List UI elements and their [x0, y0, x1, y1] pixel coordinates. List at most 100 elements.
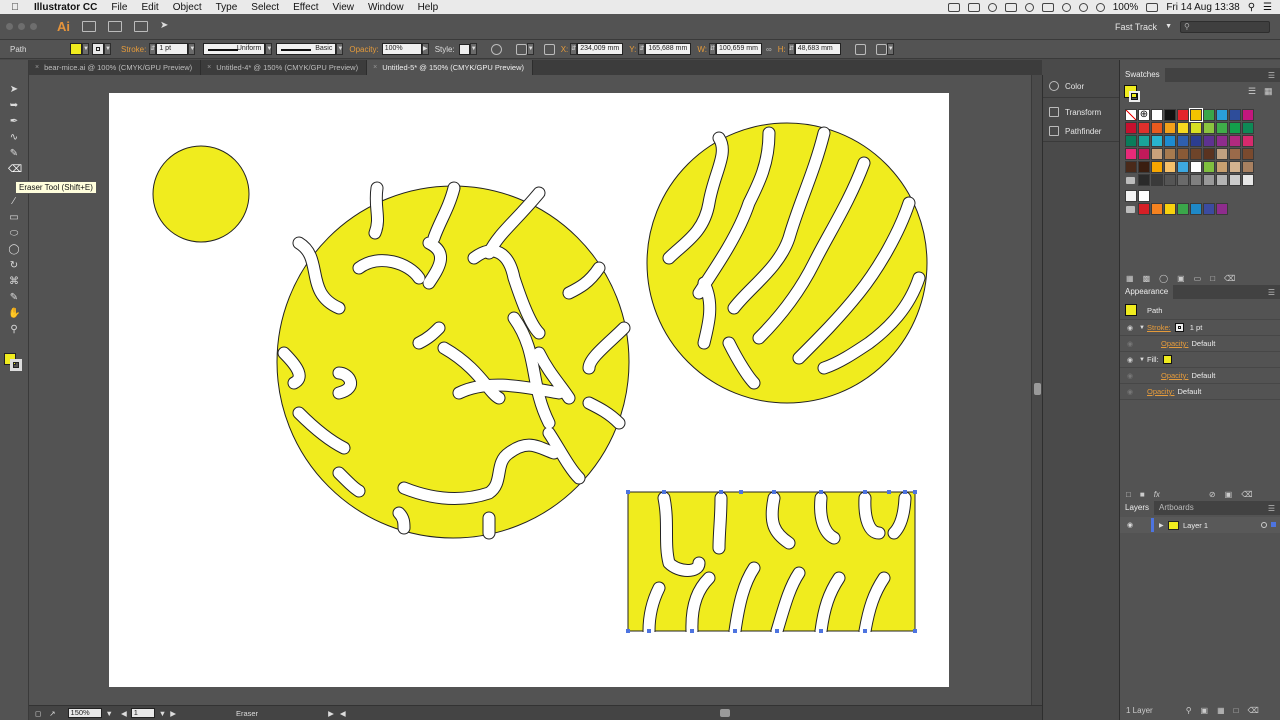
recolor-artwork-icon[interactable] [490, 43, 502, 55]
swatch-cell[interactable] [1125, 161, 1137, 173]
color-panel-button[interactable]: Color [1049, 81, 1084, 91]
appearance-fill-opacity-row[interactable]: ◉ Opacity: Default [1120, 368, 1280, 384]
spotlight-icon[interactable]: ⚲ [1248, 2, 1255, 13]
visibility-eye-icon[interactable]: ◉ [1127, 388, 1137, 396]
panel-menu-icon[interactable] [875, 43, 887, 55]
swatch-cell[interactable] [1177, 174, 1189, 186]
new-layer-icon[interactable]: □ [1234, 706, 1239, 715]
swatch-cell[interactable] [1242, 161, 1254, 173]
next-artboard-icon[interactable]: ▶ [170, 709, 176, 718]
stroke-opacity-link[interactable]: Opacity: [1161, 339, 1189, 348]
visibility-eye-icon[interactable]: ◉ [1127, 356, 1137, 364]
stroke-label[interactable]: Stroke: [121, 45, 146, 54]
selection-tool-icon[interactable]: ➤ [8, 84, 20, 95]
swatch-cell[interactable] [1138, 161, 1150, 173]
add-effect-icon[interactable]: fx [1154, 490, 1160, 499]
stroke-color-swatch[interactable] [10, 359, 22, 371]
new-group-icon[interactable]: ▭ [1194, 274, 1202, 283]
swatch-cell[interactable] [1151, 109, 1163, 121]
tab-layers[interactable]: Layers [1120, 501, 1155, 515]
swatch-cell[interactable] [1151, 161, 1163, 173]
swatch-cell[interactable] [1242, 148, 1254, 160]
panel-menu-icon[interactable]: ☰ [1268, 288, 1275, 297]
swatch-cell[interactable] [1125, 148, 1137, 160]
swatch-cell[interactable] [1216, 122, 1228, 134]
volume-icon[interactable] [1095, 2, 1105, 12]
swatch-cell[interactable] [1164, 203, 1176, 215]
swatch-cell[interactable] [1242, 109, 1254, 121]
zoom-dropdown-icon[interactable]: ▼ [106, 709, 113, 718]
swatch-cell[interactable] [1203, 161, 1215, 173]
show-kinds-icon[interactable]: ▩ [1143, 274, 1151, 283]
menu-window[interactable]: Window [361, 2, 411, 13]
export-icon[interactable]: ↗ [49, 709, 55, 718]
chevron-down-icon[interactable]: ▼ [1165, 23, 1172, 30]
swatch-cell[interactable] [1138, 174, 1150, 186]
close-tab-icon[interactable]: × [207, 64, 211, 71]
menu-view[interactable]: View [325, 2, 361, 13]
appearance-stroke-row[interactable]: ◉ ▼ Stroke: 1 pt [1120, 320, 1280, 336]
hand-tool-icon[interactable]: ✋ [8, 308, 20, 319]
bridge-icon[interactable] [82, 21, 96, 32]
brush-dropdown[interactable]: ▼ [336, 43, 344, 55]
swatch-cell[interactable] [1164, 161, 1176, 173]
stroke-stepper[interactable]: ⇵ [149, 43, 157, 55]
swatch-cell[interactable] [1138, 135, 1150, 147]
swatch-cell[interactable] [1242, 135, 1254, 147]
direct-selection-tool-icon[interactable]: ➥ [8, 100, 20, 111]
delete-swatch-icon[interactable]: ⌫ [1224, 274, 1235, 283]
swatch-cell[interactable] [1216, 203, 1228, 215]
appearance-object-row[interactable]: Path [1120, 301, 1280, 320]
artboard-dropdown-icon[interactable]: ▼ [159, 709, 166, 718]
isolate-object-icon[interactable] [854, 43, 866, 55]
zoom-field[interactable]: 150% [67, 708, 102, 718]
artboard-field[interactable]: 1 [130, 708, 155, 718]
pencil-tool-icon[interactable]: ✎ [8, 148, 20, 159]
swatch-cell[interactable] [1164, 148, 1176, 160]
swatch-cell[interactable] [1203, 203, 1215, 215]
notification-icon[interactable]: ☰ [1263, 2, 1272, 13]
x-field[interactable]: 234,009 mm [577, 43, 624, 55]
appearance-fill-row[interactable]: ◉ ▼ Fill: [1120, 352, 1280, 368]
swatch-cell[interactable] [1229, 174, 1241, 186]
swatch-cell[interactable] [1216, 148, 1228, 160]
swatch-cell[interactable] [1125, 109, 1137, 121]
swatch-cell[interactable] [1125, 122, 1137, 134]
grid-view-icon[interactable]: ▦ [1264, 86, 1273, 97]
locate-object-icon[interactable]: ⚲ [1186, 706, 1192, 715]
appearance-opacity-row[interactable]: ◉ Opacity: Default [1120, 384, 1280, 400]
swatch-cell[interactable] [1229, 135, 1241, 147]
tab-appearance[interactable]: Appearance [1120, 285, 1174, 299]
opacity-field[interactable]: 100% [381, 43, 422, 55]
swatch-cell[interactable] [1164, 174, 1176, 186]
menu-object[interactable]: Object [166, 2, 209, 13]
align-dropdown[interactable]: ▼ [526, 43, 534, 55]
swatch-cell[interactable] [1190, 135, 1202, 147]
swatch-cell[interactable] [1190, 122, 1202, 134]
pen-tool-icon[interactable]: ✒ [8, 116, 20, 127]
artboard[interactable] [109, 93, 949, 687]
swatch-cell[interactable] [1138, 203, 1150, 215]
new-sublayer-icon[interactable]: ▦ [1217, 706, 1225, 715]
expand-layer-icon[interactable]: ▶ [1159, 522, 1168, 529]
swatch-cell[interactable] [1190, 174, 1202, 186]
delete-item-icon[interactable]: ⌫ [1241, 490, 1252, 499]
minimize-window-icon[interactable] [18, 23, 25, 30]
swatch-cell[interactable] [1164, 122, 1176, 134]
swatch-cell[interactable] [1203, 135, 1215, 147]
tab-bear-mice[interactable]: × bear-mice.ai @ 100% (CMYK/GPU Preview) [29, 60, 202, 75]
brush-definition[interactable]: Basic [276, 43, 337, 55]
gpu-performance-icon[interactable]: ➤ [160, 21, 174, 32]
battery-icon[interactable] [1146, 2, 1159, 12]
swatch-cell[interactable] [1229, 122, 1241, 134]
duplicate-item-icon[interactable]: ▣ [1225, 490, 1233, 499]
menu-effect[interactable]: Effect [286, 2, 325, 13]
zoom-tool-icon[interactable]: ⚲ [8, 324, 20, 335]
control-menu-dropdown[interactable]: ▼ [886, 43, 894, 55]
swatch-cell[interactable] [1138, 190, 1150, 202]
scroll-thumb[interactable] [1034, 383, 1041, 395]
swatch-cell[interactable] [1190, 161, 1202, 173]
scroll-left-icon[interactable]: ◀ [340, 709, 346, 718]
menu-app[interactable]: Illustrator CC [30, 2, 104, 13]
global-opacity-link[interactable]: Opacity: [1147, 387, 1175, 396]
